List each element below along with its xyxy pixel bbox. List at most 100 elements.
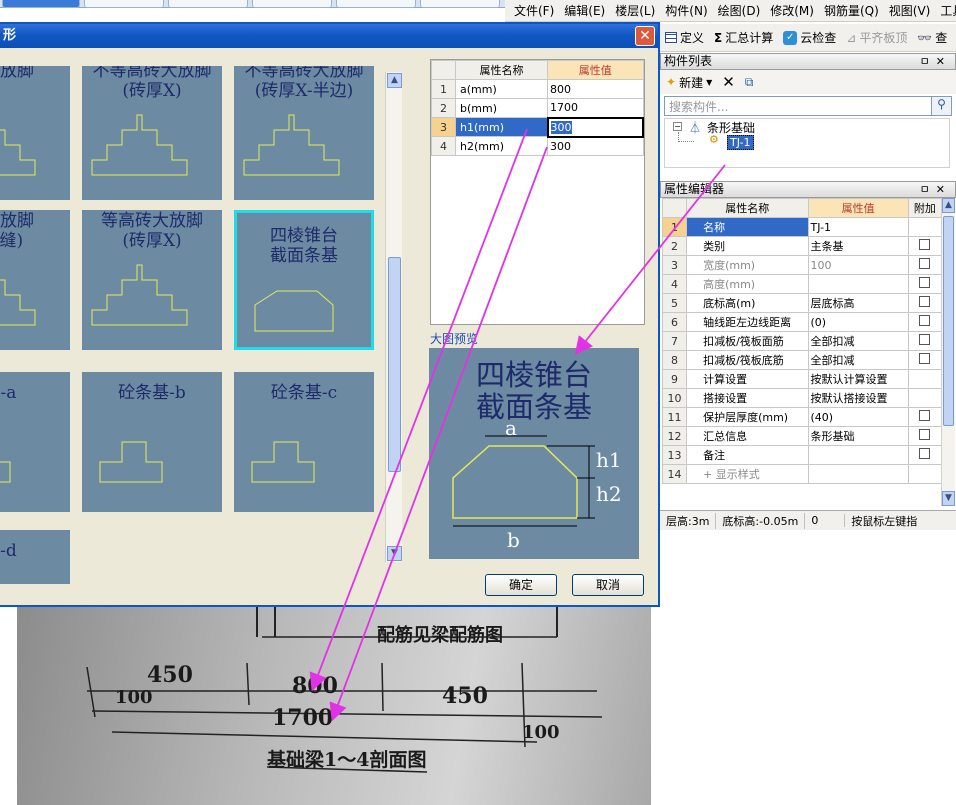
property-value[interactable]: 条形基础 — [807, 426, 909, 446]
property-row[interactable]: 3 宽度(mm) 100 — [661, 255, 943, 275]
extra-checkbox[interactable] — [919, 315, 931, 326]
document-tab[interactable] — [336, 0, 416, 8]
gallery-scrollbar[interactable]: ▲ ▼ — [385, 72, 402, 562]
find-button[interactable]: 👓 查 — [912, 29, 952, 46]
shape-tile[interactable]: 基-d — [0, 526, 74, 584]
extra-checkbox[interactable] — [919, 239, 931, 250]
scroll-up-icon[interactable]: ▲ — [942, 198, 955, 213]
cloud-check-button[interactable]: ✓ 云检查 — [778, 29, 841, 46]
document-tab[interactable] — [252, 0, 332, 8]
param-row[interactable]: 1 a(mm) 800 — [431, 79, 644, 99]
property-row[interactable]: 5 底标高(m) 层底标高 — [661, 293, 943, 313]
menu-file[interactable]: 文件(F) — [509, 0, 559, 21]
property-name: 宽度(mm) — [686, 255, 809, 275]
extra-checkbox[interactable] — [919, 353, 931, 364]
property-row[interactable]: 10 搭接设置 按默认搭接设置 — [661, 388, 943, 408]
menu-edit[interactable]: 编辑(E) — [559, 0, 610, 21]
sum-calc-button[interactable]: Σ 汇总计算 — [709, 29, 778, 46]
cancel-button[interactable]: 取消 — [572, 574, 644, 596]
property-row[interactable]: 4 高度(mm) — [661, 274, 943, 294]
new-component-button[interactable]: ✦ 新建 ▼ — [666, 74, 712, 91]
property-value[interactable]: 按默认搭接设置 — [807, 388, 909, 408]
shape-tile[interactable]: 不等高砖大放脚 (砖厚X) — [78, 66, 226, 206]
document-tab[interactable] — [420, 0, 500, 8]
param-row[interactable]: 2 b(mm) 1700 — [431, 98, 644, 118]
param-value[interactable]: 800 — [547, 79, 644, 99]
shape-tile[interactable]: 等高砖大放脚 (砖厚X) — [78, 206, 226, 356]
menu-view[interactable]: 视图(V) — [884, 0, 936, 21]
scroll-down-icon[interactable]: ▼ — [387, 546, 402, 561]
property-value[interactable]: (40) — [807, 407, 909, 427]
property-row[interactable]: 13 备注 — [661, 445, 943, 465]
extra-checkbox[interactable] — [919, 429, 931, 440]
shape-tile[interactable]: 砼条基-b — [78, 368, 226, 518]
property-row[interactable]: 6 轴线距左边线距离 (0) — [661, 312, 943, 332]
property-value[interactable]: 全部扣减 — [807, 331, 909, 351]
scroll-up-icon[interactable]: ▲ — [387, 73, 402, 88]
panel-pin-close-icons[interactable]: ㅁ✕ — [920, 182, 955, 197]
delete-icon[interactable]: ✕ — [722, 73, 735, 91]
property-scrollbar[interactable]: ▲ ▼ — [941, 198, 955, 506]
menu-draw[interactable]: 绘图(D) — [713, 0, 766, 21]
menu-rebar[interactable]: 钢筋量(Q) — [819, 0, 884, 21]
property-value[interactable]: 全部扣减 — [807, 350, 909, 370]
menu-component[interactable]: 构件(N) — [660, 0, 712, 21]
property-value[interactable]: 主条基 — [807, 236, 909, 256]
extra-checkbox[interactable] — [919, 410, 931, 421]
panel-pin-close-icons[interactable]: ㅁ✕ — [920, 54, 955, 69]
property-value[interactable] — [807, 274, 909, 294]
extra-checkbox[interactable] — [919, 448, 931, 459]
copy-icon[interactable]: ⧉ — [745, 75, 754, 90]
property-row[interactable]: 12 汇总信息 条形基础 — [661, 426, 943, 446]
define-button[interactable]: 定义 — [660, 29, 709, 46]
extra-checkbox[interactable] — [919, 258, 931, 269]
scroll-thumb[interactable] — [388, 257, 401, 472]
document-tab-active[interactable] — [2, 0, 80, 8]
document-tab[interactable] — [84, 0, 164, 8]
property-row[interactable]: 9 计算设置 按默认计算设置 — [661, 369, 943, 389]
property-value[interactable] — [807, 445, 909, 465]
shape-tile[interactable]: 不等高砖大放脚 (砖厚X-半边) — [230, 66, 378, 206]
property-row[interactable]: 2 类别 主条基 — [661, 236, 943, 256]
param-value[interactable]: 1700 — [547, 98, 644, 118]
search-icon[interactable]: ⚲ — [931, 97, 951, 115]
flat-slab-button[interactable]: ⊿ 平齐板顶 — [841, 29, 912, 46]
extra-checkbox[interactable] — [919, 277, 931, 288]
ok-button[interactable]: 确定 — [485, 574, 557, 596]
property-value[interactable] — [807, 464, 909, 484]
menu-tools[interactable]: 工具 — [935, 0, 956, 21]
property-value[interactable]: 层底标高 — [807, 293, 909, 313]
property-row[interactable]: 1 名称 TJ-1 — [661, 217, 943, 237]
property-row[interactable]: 7 扣减板/筏板面筋 全部扣减 — [661, 331, 943, 351]
shape-tile[interactable]: 砖大放脚-缩缝) — [0, 206, 74, 356]
document-tab[interactable] — [168, 0, 248, 8]
tree-item-tj1[interactable]: TJ-1 — [727, 135, 754, 150]
status-value: 0 — [805, 514, 846, 527]
extra-checkbox[interactable] — [919, 334, 931, 345]
shape-tile[interactable]: 四棱锥台 截面条基 — [230, 206, 378, 356]
property-row[interactable]: 8 扣减板/筏板底筋 全部扣减 — [661, 350, 943, 370]
shape-tile[interactable]: 砼条基-c — [230, 368, 378, 518]
new-icon: ✦ — [666, 75, 677, 89]
close-icon[interactable]: ✕ — [635, 26, 655, 46]
shape-tile[interactable]: 砖大放脚 — [0, 66, 74, 206]
property-value[interactable]: 100 — [807, 255, 909, 275]
shape-tile[interactable]: 基-a — [0, 368, 74, 518]
property-row[interactable]: 14 + 显示样式 — [661, 464, 943, 484]
param-row[interactable]: 4 h2(mm) 300 — [431, 136, 644, 156]
scroll-thumb[interactable] — [943, 216, 954, 426]
param-row[interactable]: 3 h1(mm) 300 — [431, 116, 644, 138]
component-search-input[interactable]: 搜索构件... ⚲ — [664, 96, 952, 116]
param-value-selected[interactable]: 300 — [550, 120, 572, 134]
extra-checkbox[interactable] — [919, 296, 931, 307]
property-value[interactable]: 按默认计算设置 — [807, 369, 909, 389]
param-value[interactable]: 300 — [546, 116, 644, 138]
property-value[interactable]: TJ-1 — [807, 217, 909, 237]
menu-modify[interactable]: 修改(M) — [765, 0, 819, 21]
menu-floor[interactable]: 楼层(L) — [610, 0, 660, 21]
param-value[interactable]: 300 — [547, 136, 644, 156]
scroll-down-icon[interactable]: ▼ — [942, 491, 955, 506]
property-value[interactable]: (0) — [807, 312, 909, 332]
property-row[interactable]: 11 保护层厚度(mm) (40) — [661, 407, 943, 427]
collapse-icon[interactable]: − — [673, 122, 682, 131]
